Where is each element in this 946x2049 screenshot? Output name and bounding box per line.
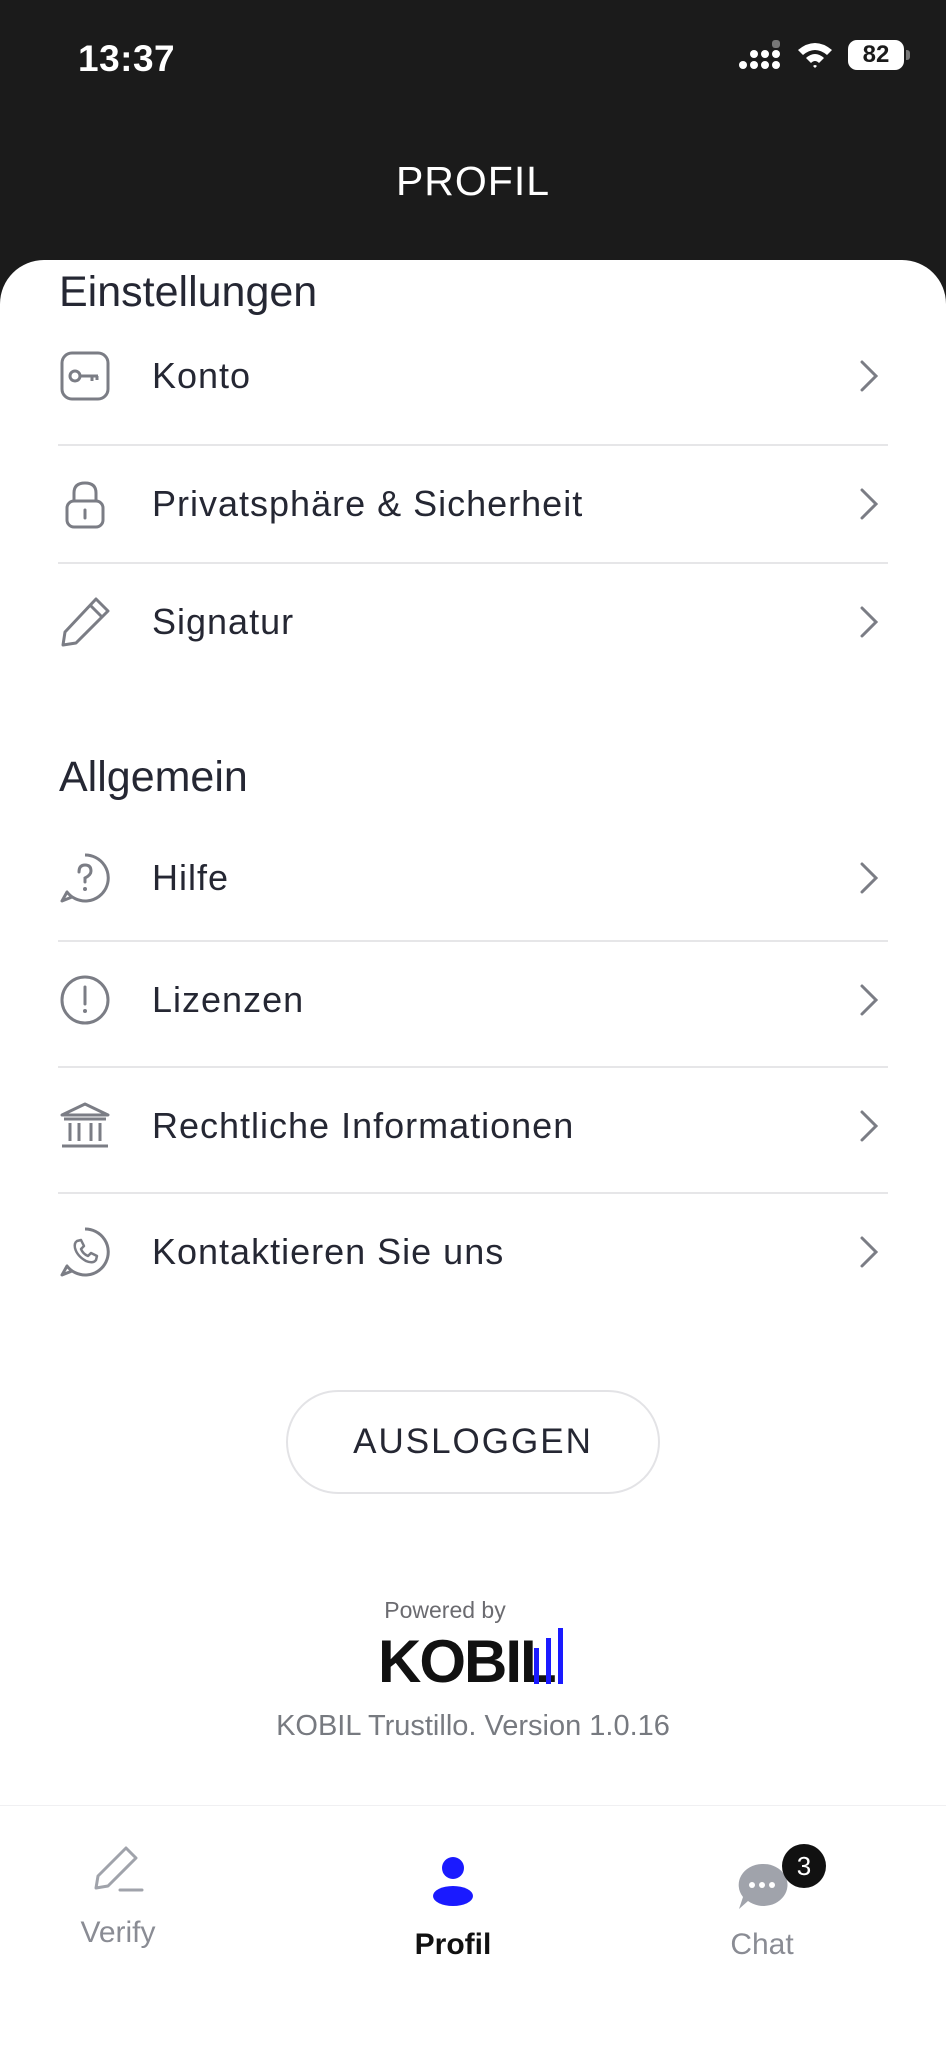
- tab-bar: Verify Profil 3 Chat: [0, 1805, 946, 2049]
- general-item-contact[interactable]: Kontaktieren Sie uns: [58, 1194, 888, 1310]
- general-item-label: Hilfe: [152, 857, 230, 898]
- phone-icon: [60, 1227, 110, 1277]
- general-item-label: Rechtliche Informationen: [152, 1105, 575, 1146]
- key-icon: [60, 351, 110, 401]
- info-alert-icon: [60, 975, 110, 1025]
- general-item-label: Lizenzen: [152, 979, 305, 1020]
- section-title-general: Allgemein: [59, 753, 248, 801]
- chevron-right-icon: [860, 360, 879, 392]
- help-icon: [60, 853, 110, 903]
- chevron-right-icon: [860, 1110, 879, 1142]
- status-icons: 82: [738, 40, 910, 70]
- general-item-label: Kontaktieren Sie uns: [152, 1231, 505, 1272]
- settings-item-signature[interactable]: Signatur: [58, 564, 888, 680]
- chevron-right-icon: [860, 606, 879, 638]
- section-title-settings: Einstellungen: [59, 268, 318, 316]
- version-label: KOBIL Trustillo. Version 1.0.16: [276, 1710, 670, 1742]
- verify-pen-icon: [94, 1846, 144, 1892]
- brand-name: KOBIL: [378, 1628, 555, 1690]
- settings-item-label: Signatur: [152, 601, 295, 642]
- cellular-signal-icon: [739, 40, 780, 69]
- battery-icon: 82: [848, 40, 910, 70]
- chevron-right-icon: [860, 488, 879, 520]
- chat-icon: [738, 1863, 788, 1909]
- chevron-right-icon: [860, 862, 879, 894]
- settings-item-label: Privatsphäre & Sicherheit: [152, 483, 584, 524]
- general-item-licenses[interactable]: Lizenzen: [58, 942, 888, 1058]
- lock-icon: [65, 481, 105, 529]
- wifi-icon: [798, 43, 832, 68]
- general-item-legal[interactable]: Rechtliche Informationen: [58, 1068, 888, 1184]
- chat-unread-badge: 3: [782, 1844, 826, 1888]
- tab-chat[interactable]: 3 Chat: [612, 1806, 912, 2049]
- user-icon: [433, 1857, 473, 1906]
- status-bar: 13:37 82: [0, 0, 946, 120]
- general-item-help[interactable]: Hilfe: [58, 820, 888, 936]
- profile-content: Einstellungen Konto Privatsphäre & Siche…: [0, 260, 946, 1805]
- settings-item-konto[interactable]: Konto: [58, 318, 888, 434]
- kobil-logo: KOBIL: [378, 1628, 563, 1690]
- tab-label: Profil: [414, 1928, 492, 1961]
- chevron-right-icon: [860, 984, 879, 1016]
- tab-profil[interactable]: Profil: [303, 1806, 603, 2049]
- tab-verify[interactable]: Verify: [0, 1806, 268, 2049]
- settings-item-label: Konto: [152, 355, 252, 396]
- logout-button[interactable]: AUSLOGGEN: [286, 1390, 660, 1494]
- chevron-right-icon: [860, 1236, 879, 1268]
- tab-label: Chat: [730, 1928, 794, 1961]
- bank-icon: [60, 1102, 110, 1148]
- status-time: 13:37: [78, 38, 176, 79]
- battery-level: 82: [862, 41, 890, 68]
- pencil-icon: [61, 597, 110, 647]
- page-title: PROFIL: [395, 158, 551, 204]
- tab-label: Verify: [80, 1916, 156, 1949]
- settings-item-privacy[interactable]: Privatsphäre & Sicherheit: [58, 446, 888, 562]
